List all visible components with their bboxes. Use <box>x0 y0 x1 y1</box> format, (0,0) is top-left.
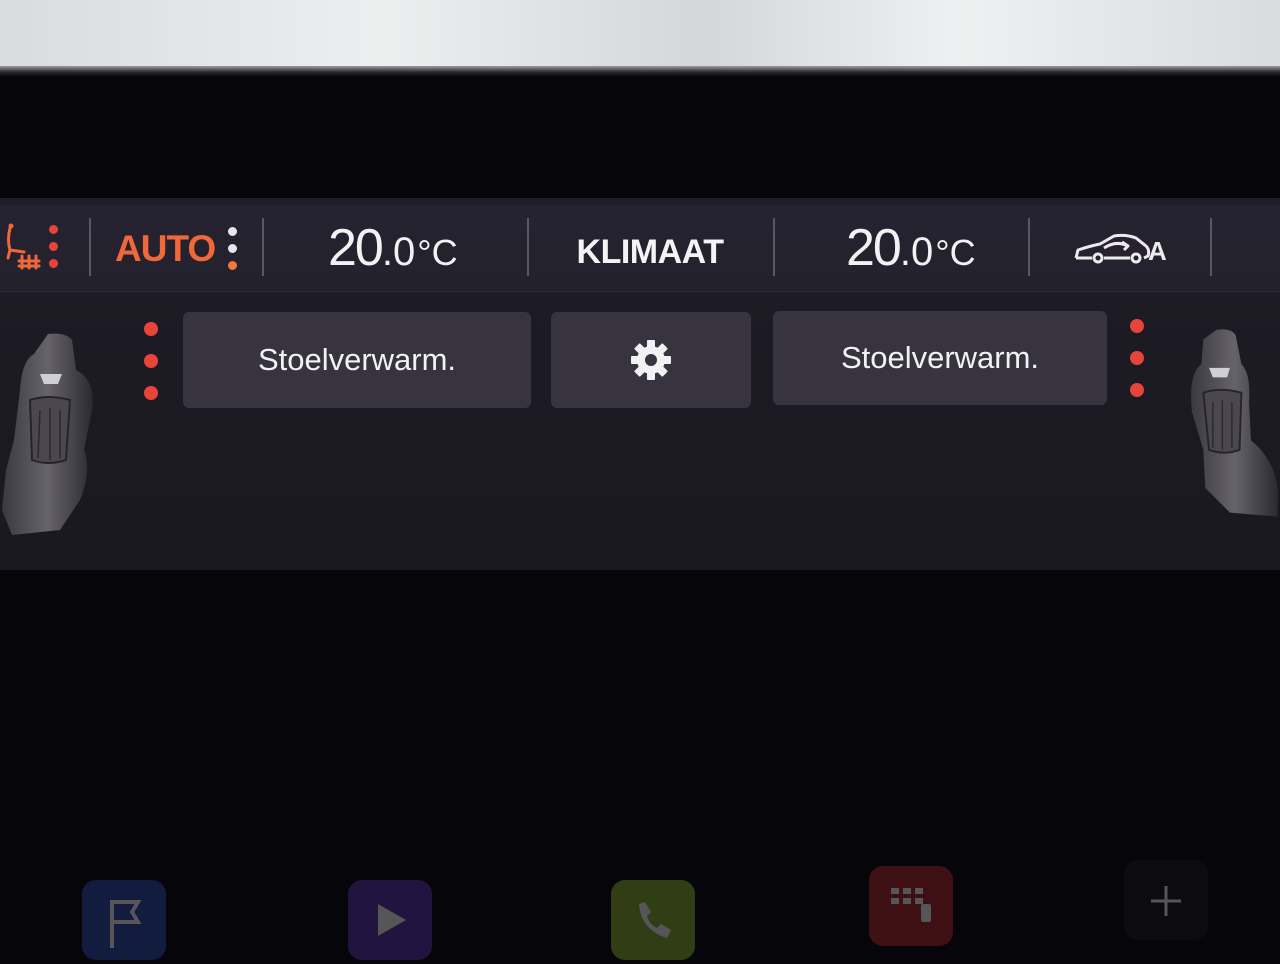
seat-heat-icon[interactable] <box>2 222 48 272</box>
left-seat-heat-level <box>49 225 59 276</box>
divider <box>527 218 529 276</box>
phone-icon <box>639 902 671 938</box>
gear-icon <box>631 340 671 380</box>
apps-icon <box>891 888 931 922</box>
dock-apps-icon[interactable] <box>869 866 953 946</box>
right-temperature[interactable]: 20.0°C <box>846 218 976 278</box>
climate-settings-button[interactable] <box>551 312 751 408</box>
divider <box>1210 218 1212 276</box>
car-air-recirculation-icon[interactable]: A <box>1070 228 1170 270</box>
right-temp-whole: 20 <box>846 219 902 277</box>
auto-mode-label[interactable]: AUTO <box>115 226 216 272</box>
right-temp-unit: °C <box>935 232 976 273</box>
dock-plus-icon[interactable] <box>1124 860 1208 940</box>
play-icon <box>378 904 406 936</box>
air-mode-letter: A <box>1148 236 1167 266</box>
passenger-seat-image[interactable] <box>1180 326 1280 526</box>
plus-icon <box>1151 886 1181 916</box>
screen-bezel <box>0 66 1280 76</box>
left-temp-unit: °C <box>417 232 458 273</box>
dock-flag-icon[interactable] <box>82 880 166 960</box>
divider <box>1028 218 1030 276</box>
dock-play-icon[interactable] <box>348 880 432 960</box>
left-seat-heating-button[interactable]: Stoelverwarm. <box>183 312 531 408</box>
left-temperature[interactable]: 20.0°C <box>328 218 458 278</box>
right-temp-decimal: .0 <box>899 230 934 274</box>
left-seat-level-dots <box>144 322 158 408</box>
dock-phone-icon[interactable] <box>611 880 695 960</box>
right-seat-level-dots <box>1130 319 1144 405</box>
background-wall <box>0 0 1280 72</box>
left-temp-whole: 20 <box>328 219 384 277</box>
driver-seat-image[interactable] <box>0 330 100 540</box>
auto-level-indicator <box>228 227 238 278</box>
divider <box>262 218 264 276</box>
climate-title[interactable]: KLIMAAT <box>560 228 740 276</box>
flag-icon <box>110 900 142 948</box>
left-temp-decimal: .0 <box>381 230 416 274</box>
divider <box>773 218 775 276</box>
divider <box>89 218 91 276</box>
right-seat-heating-button[interactable]: Stoelverwarm. <box>773 311 1107 405</box>
